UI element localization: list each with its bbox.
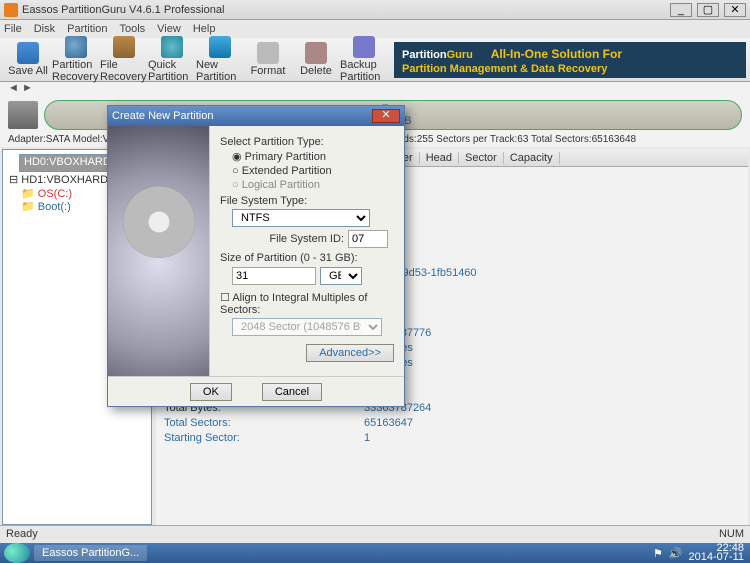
save-icon: [17, 42, 39, 64]
menu-tools[interactable]: Tools: [119, 23, 145, 35]
menu-view[interactable]: View: [157, 23, 181, 35]
size-unit-select[interactable]: GB: [320, 267, 362, 285]
save-all-button[interactable]: Save All: [4, 42, 52, 77]
system-tray: ⚑ 🔊 22:48 2014-07-11: [647, 544, 750, 562]
quick-partition-icon: [161, 36, 183, 58]
file-recovery-label: File Recovery: [100, 59, 148, 83]
new-partition-label: New Partition: [196, 59, 244, 83]
status-bar: Ready NUM: [0, 525, 750, 543]
quick-partition-button[interactable]: Quick Partition: [148, 36, 196, 83]
select-type-label: Select Partition Type:: [220, 136, 394, 148]
tray-volume-icon[interactable]: 🔊: [669, 547, 683, 560]
title-bar: Eassos PartitionGuru V4.6.1 Professional…: [0, 0, 750, 20]
save-label: Save All: [8, 65, 48, 77]
fsid-input[interactable]: [348, 230, 388, 248]
menu-file[interactable]: File: [4, 23, 22, 35]
radio-logical: ○ Logical Partition: [232, 179, 394, 191]
menu-help[interactable]: Help: [193, 23, 216, 35]
partition-recovery-icon: [65, 36, 87, 58]
banner-line2: Partition Management & Data Recovery: [402, 63, 738, 75]
file-recovery-button[interactable]: File Recovery: [100, 36, 148, 83]
clock[interactable]: 22:48 2014-07-11: [689, 544, 744, 562]
new-partition-icon: [209, 36, 231, 58]
startingsector-label: Starting Sector:: [164, 431, 364, 446]
app-icon: [4, 3, 18, 17]
align-select: 2048 Sector (1048576 Byte): [232, 318, 382, 336]
totalsectors-value: 65163647: [364, 417, 413, 429]
startingsector-value: 1: [364, 432, 370, 444]
delete-label: Delete: [300, 65, 332, 77]
align-checkbox-row[interactable]: ☐ Align to Integral Multiples of Sectors…: [220, 291, 394, 316]
backup-partition-button[interactable]: Backup Partition: [340, 36, 388, 83]
backup-icon: [353, 36, 375, 58]
partition-recovery-button[interactable]: Partition Recovery: [52, 36, 100, 83]
dialog-title: Create New Partition: [112, 110, 372, 122]
format-label: Format: [251, 65, 286, 77]
backup-label: Backup Partition: [340, 59, 388, 83]
dialog-hdd-image: [108, 126, 210, 376]
dialog-title-bar[interactable]: Create New Partition ✕: [108, 106, 404, 126]
close-button[interactable]: ✕: [724, 3, 746, 17]
delete-icon: [305, 42, 327, 64]
brand-b: Guru: [447, 49, 473, 61]
fs-type-label: File System Type:: [220, 195, 394, 207]
menu-partition[interactable]: Partition: [67, 23, 107, 35]
quick-partition-label: Quick Partition: [148, 59, 196, 83]
new-partition-button[interactable]: New Partition: [196, 36, 244, 83]
fsid-label: File System ID:: [269, 233, 344, 245]
toolbar: Save All Partition Recovery File Recover…: [0, 38, 750, 82]
radio-extended[interactable]: ○ Extended Partition: [232, 165, 394, 177]
file-recovery-icon: [113, 36, 135, 58]
minimize-button[interactable]: _: [670, 3, 692, 17]
tray-flag-icon[interactable]: ⚑: [653, 547, 663, 560]
menu-disk[interactable]: Disk: [34, 23, 55, 35]
maximize-button[interactable]: ▢: [697, 3, 719, 17]
dialog-footer: OK Cancel: [108, 376, 404, 406]
taskbar-app[interactable]: Eassos PartitionG...: [34, 545, 147, 561]
product-banner: PartitionGuru All-In-One Solution For Pa…: [394, 42, 746, 78]
dialog-close-button[interactable]: ✕: [372, 109, 400, 123]
fs-type-select[interactable]: NTFS: [232, 209, 370, 227]
radio-primary[interactable]: ◉ Primary Partition: [232, 150, 394, 163]
taskbar: Eassos PartitionG... ⚑ 🔊 22:48 2014-07-1…: [0, 543, 750, 563]
partition-recovery-label: Partition Recovery: [52, 59, 100, 83]
brand-a: Partition: [402, 49, 447, 61]
status-num: NUM: [719, 528, 744, 541]
format-button[interactable]: Format: [244, 42, 292, 77]
col-capacity[interactable]: Capacity: [504, 152, 560, 164]
dialog-form: Select Partition Type: ◉ Primary Partiti…: [210, 126, 404, 376]
banner-line1: All-In-One Solution For: [491, 47, 622, 61]
ok-button[interactable]: OK: [190, 383, 232, 401]
create-partition-dialog: Create New Partition ✕ Select Partition …: [107, 105, 405, 407]
format-icon: [257, 42, 279, 64]
col-sector2[interactable]: Sector: [459, 152, 504, 164]
size-label: Size of Partition (0 - 31 GB):: [220, 252, 394, 264]
totalsectors-label: Total Sectors:: [164, 416, 364, 431]
cancel-button[interactable]: Cancel: [262, 383, 322, 401]
advanced-button[interactable]: Advanced>>: [306, 344, 394, 362]
nav-arrows: ◄ ►: [0, 82, 750, 98]
start-button[interactable]: [4, 543, 30, 563]
col-head2[interactable]: Head: [420, 152, 459, 164]
hdd-icon: [8, 101, 38, 129]
size-input[interactable]: [232, 267, 316, 285]
delete-button[interactable]: Delete: [292, 42, 340, 77]
window-title: Eassos PartitionGuru V4.6.1 Professional: [22, 4, 668, 16]
status-ready: Ready: [6, 528, 719, 541]
